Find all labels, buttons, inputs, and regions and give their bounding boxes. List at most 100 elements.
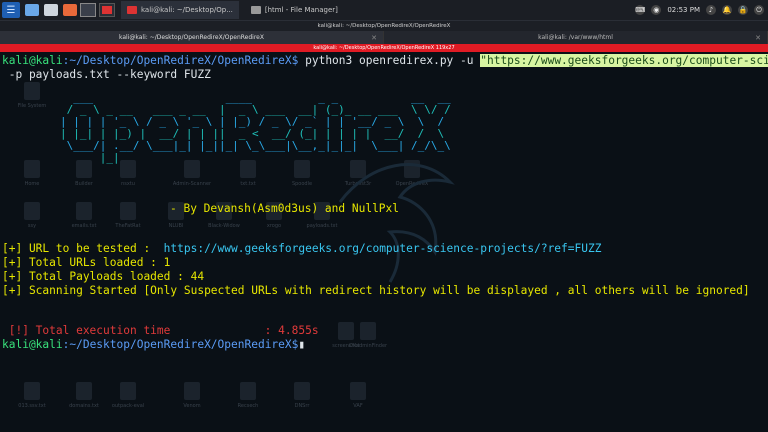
file-icon — [76, 382, 92, 400]
final-prompt: kali@kali:~/Desktop/OpenRedireX/OpenRedi… — [2, 338, 305, 352]
terminal-status-bar: kali@kali: ~/Desktop/OpenRedireX/OpenRed… — [0, 44, 768, 52]
file-icon — [294, 382, 310, 400]
tab-www-html[interactable]: kali@kali: /var/www/html ✕ — [384, 31, 768, 44]
keyboard-icon[interactable]: ⌨ — [635, 5, 645, 15]
desktop-icon-label: ssy — [27, 223, 37, 229]
folder-icon[interactable] — [25, 4, 39, 16]
file-icon — [294, 160, 310, 178]
desktop-icon-label: VAF — [353, 403, 363, 409]
desktop-icon-label: nsxtu — [121, 181, 135, 187]
desktop-icon[interactable]: VAF — [338, 382, 378, 409]
window-title: kali@kali: ~/Desktop/OpenRedireX/OpenRed… — [0, 21, 768, 31]
prompt-path: :~/Desktop/OpenRedireX/OpenRedireX$ — [62, 338, 299, 351]
desktop-icon-label: txt.txt — [240, 181, 256, 187]
desktop-icon[interactable]: Venom — [172, 382, 212, 409]
cursor: ▮ — [298, 338, 306, 351]
tab-label: kali@kali: /var/www/html — [538, 34, 613, 41]
desktop-icon[interactable]: Home — [12, 160, 52, 187]
command-line-2: -p payloads.txt --keyword FUZZ — [2, 68, 211, 82]
file-icon — [360, 322, 376, 340]
prompt-user: kali@kali — [2, 338, 63, 351]
terminal-area[interactable]: File System Home Builder nsxtu Admin-Scanner… — [0, 52, 768, 432]
desktop-icon-label: Admin-Scanner — [172, 181, 212, 187]
desktop-icon[interactable]: ssy — [12, 202, 52, 229]
desktop-icon[interactable]: DNSrr — [282, 382, 322, 409]
desktop-icon[interactable]: emails.txt — [64, 202, 104, 229]
desktop-icon[interactable]: txt.txt — [228, 160, 268, 187]
volume-icon[interactable]: ♪ — [706, 5, 716, 15]
file-icon — [24, 82, 40, 100]
workspace-1[interactable] — [80, 3, 96, 17]
tab-label: kali@kali: ~/Desktop/OpenRedireX/OpenRed… — [119, 34, 264, 41]
desktop-icon[interactable]: TheFatRat — [108, 202, 148, 229]
desktop-icon-label: File System — [17, 103, 47, 109]
command-line-1: kali@kali:~/Desktop/OpenRedireX/OpenRedi… — [2, 54, 768, 68]
scanning-status: [+] Scanning Started [Only Suspected URL… — [2, 284, 750, 297]
total-urls: [+] Total URLs loaded : 1 — [2, 256, 171, 269]
desktop-icon-label: Home — [24, 181, 40, 187]
file-icon — [120, 160, 136, 178]
kali-dragon-watermark — [338, 163, 455, 283]
execution-time: [!] Total execution time : 4.855s — [2, 324, 319, 337]
file-icon — [350, 382, 366, 400]
task-label: [html - File Manager] — [264, 6, 338, 14]
desktop-icon-label: outpack-eval — [111, 403, 145, 409]
desktop-icon[interactable]: Admin-Scanner — [172, 160, 212, 187]
taskbar-terminal[interactable]: kali@kali: ~/Desktop/Op... — [121, 1, 239, 19]
file-icon — [24, 160, 40, 178]
system-tray: ⌨ ◉ 02:53 PM ♪ 🔔 🔒 ⏻ — [635, 0, 764, 20]
prompt-user: kali@kali — [2, 54, 63, 67]
workspace-2[interactable] — [99, 3, 115, 17]
terminal-task-icon — [127, 6, 137, 14]
prompt-path: :~/Desktop/OpenRedireX/OpenRedireX$ — [62, 54, 299, 67]
terminal-icon[interactable] — [44, 4, 58, 16]
url-label: [+] URL to be tested : — [2, 242, 164, 255]
task-label: kali@kali: ~/Desktop/Op... — [141, 6, 233, 14]
desktop-icon-label: NLUBI — [168, 223, 184, 229]
desktop-icon[interactable]: nsxtu — [108, 160, 148, 187]
url-value: https://www.geeksforgeeks.org/computer-s… — [163, 242, 602, 255]
top-panel: ☰ kali@kali: ~/Desktop/Op... [html - Fil… — [0, 0, 768, 21]
file-icon — [76, 202, 92, 220]
power-icon[interactable]: ⏻ — [754, 5, 764, 15]
file-icon — [184, 382, 200, 400]
file-icon — [120, 202, 136, 220]
tab-openredirex[interactable]: kali@kali: ~/Desktop/OpenRedireX/OpenRed… — [0, 31, 384, 44]
clock[interactable]: 02:53 PM — [667, 6, 700, 14]
url-line: [+] URL to be tested : https://www.geeks… — [2, 242, 601, 256]
kali-menu-icon[interactable]: ☰ — [2, 2, 20, 18]
desktop-icon-label: xrogo — [266, 223, 282, 229]
file-icon — [240, 160, 256, 178]
file-icon — [24, 202, 40, 220]
terminal-tabs: kali@kali: ~/Desktop/OpenRedireX/OpenRed… — [0, 31, 768, 44]
desktop-icon[interactable]: Builder — [64, 160, 104, 187]
file-icon — [240, 382, 256, 400]
desktop-icon-label: Recsech — [237, 403, 259, 409]
close-tab-icon[interactable]: ✕ — [371, 34, 377, 42]
taskbar-file-manager[interactable]: [html - File Manager] — [245, 1, 344, 19]
desktop-icon-label: Venom — [183, 403, 201, 409]
browser-icon[interactable] — [63, 4, 77, 16]
ascii-banner-line: |_| — [60, 151, 120, 164]
notification-icon[interactable]: 🔔 — [722, 5, 732, 15]
desktop-icon[interactable]: OKadminFinder — [348, 322, 388, 349]
total-payloads: [+] Total Payloads loaded : 44 — [2, 270, 205, 283]
file-icon — [184, 160, 200, 178]
file-icon — [120, 382, 136, 400]
desktop-icon-label: OKadminFinder — [348, 343, 388, 349]
desktop-icon[interactable]: Recsech — [228, 382, 268, 409]
lock-icon[interactable]: 🔒 — [738, 5, 748, 15]
desktop-icon[interactable]: Spoodle — [282, 160, 322, 187]
desktop-icon[interactable]: File System — [12, 82, 52, 109]
file-manager-task-icon — [250, 6, 261, 14]
credits: - By Devansh(Asm0d3us) and NullPxl — [170, 202, 400, 215]
desktop-icon-label: Builder — [75, 181, 93, 187]
desktop-icon[interactable]: domains.txt — [64, 382, 104, 409]
network-icon[interactable]: ◉ — [651, 5, 662, 15]
desktop-icon[interactable]: 013.ssv.txt — [12, 382, 52, 409]
command-continuation: -p payloads.txt --keyword FUZZ — [2, 68, 211, 81]
desktop-icon-label: emails.txt — [71, 223, 97, 229]
desktop-icon-label: DNSrr — [294, 403, 310, 409]
desktop-icon[interactable]: outpack-eval — [108, 382, 148, 409]
close-tab-icon[interactable]: ✕ — [755, 34, 761, 42]
